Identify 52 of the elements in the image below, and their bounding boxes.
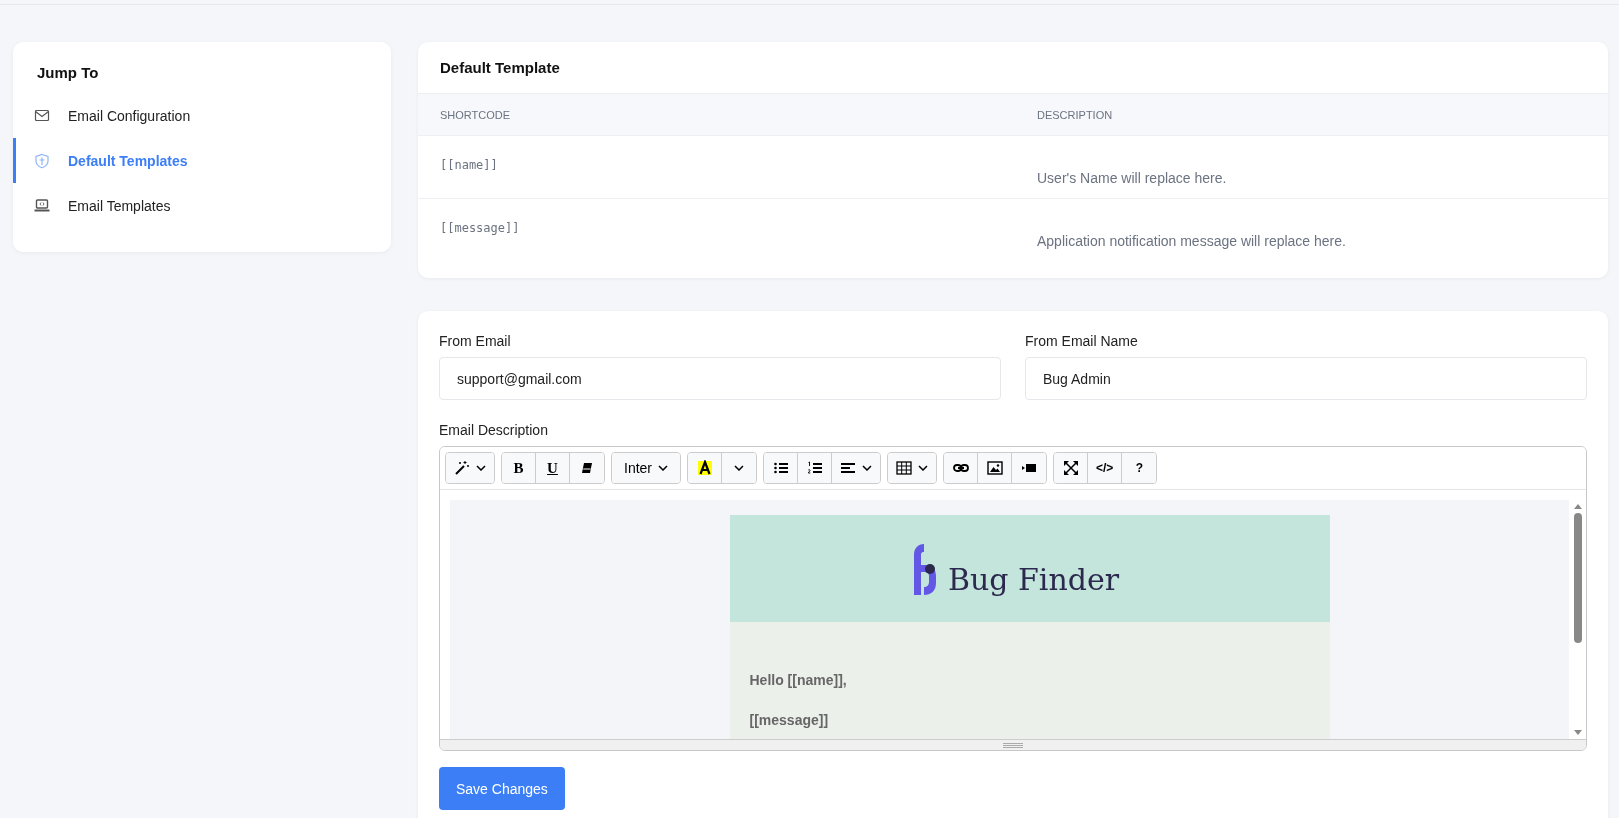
numbered-list-icon bbox=[806, 460, 823, 476]
column-header: SHORTCODE bbox=[439, 108, 512, 121]
toolbar-button[interactable] bbox=[446, 453, 494, 483]
sidebar-item[interactable]: Default Templates bbox=[13, 138, 391, 183]
shield-icon bbox=[34, 152, 50, 169]
align-left-icon bbox=[840, 460, 856, 476]
toolbar-button[interactable]: B bbox=[502, 453, 536, 483]
toolbar-button[interactable] bbox=[978, 453, 1012, 483]
input-field[interactable]: support@gmail.com bbox=[439, 357, 1001, 400]
toolbar-button[interactable] bbox=[570, 453, 604, 483]
toolbar-button[interactable]: U bbox=[536, 453, 570, 483]
toolbar-button[interactable] bbox=[832, 453, 880, 483]
laptop-icon bbox=[34, 197, 50, 214]
field-label: From Email bbox=[439, 333, 512, 349]
sidebar-item[interactable]: Email Configuration bbox=[13, 93, 391, 138]
description-cell-text: Application notification message will replace here. bbox=[1036, 232, 1347, 251]
toolbar-button[interactable] bbox=[888, 453, 936, 483]
bullet-list-icon bbox=[772, 460, 789, 476]
highlight-color-icon bbox=[696, 460, 713, 476]
brand-name: Bug Finder bbox=[947, 564, 1120, 595]
email-text: [[message]] bbox=[749, 712, 830, 728]
save-button[interactable]: Save Changes bbox=[439, 767, 565, 810]
description-cell-text: User's Name will replace here. bbox=[1036, 169, 1228, 188]
eraser-icon bbox=[579, 460, 595, 476]
column-header: DESCRIPTION bbox=[1036, 108, 1114, 121]
sidebar-item[interactable]: Email Templates bbox=[13, 183, 391, 228]
field-label: Email Description bbox=[439, 422, 549, 438]
toolbar-button[interactable] bbox=[798, 453, 832, 483]
field-label: From Email Name bbox=[1025, 333, 1139, 349]
sidebar-title: Jump To bbox=[37, 64, 100, 81]
card-title: Default Template bbox=[439, 58, 561, 78]
email-text: Hello [[name]], bbox=[749, 672, 848, 688]
resize-handle-icon bbox=[1003, 742, 1023, 748]
toolbar-button[interactable] bbox=[764, 453, 798, 483]
shortcode-cell-text: [[message]] bbox=[439, 220, 521, 237]
picture-icon bbox=[986, 460, 1003, 476]
envelope-icon bbox=[34, 107, 50, 124]
toolbar-button[interactable] bbox=[1012, 453, 1046, 483]
scroll-up-arrow[interactable] bbox=[1573, 504, 1582, 509]
scroll-thumb[interactable] bbox=[1573, 513, 1582, 643]
toolbar-button[interactable]: </> bbox=[1088, 453, 1123, 483]
toolbar-button[interactable] bbox=[944, 453, 978, 483]
toolbar-button[interactable] bbox=[688, 453, 722, 483]
input-field[interactable]: Bug Admin bbox=[1025, 357, 1587, 400]
toolbar-button[interactable] bbox=[1054, 453, 1088, 483]
table-icon bbox=[896, 460, 912, 476]
toolbar-button[interactable]: Inter bbox=[612, 453, 680, 483]
dropdown-button[interactable] bbox=[722, 453, 756, 483]
expand-icon bbox=[1062, 460, 1079, 476]
toolbar-button[interactable]: ? bbox=[1122, 453, 1157, 483]
magic-wand-icon bbox=[454, 460, 470, 476]
shortcode-cell-text: [[name]] bbox=[439, 157, 499, 174]
